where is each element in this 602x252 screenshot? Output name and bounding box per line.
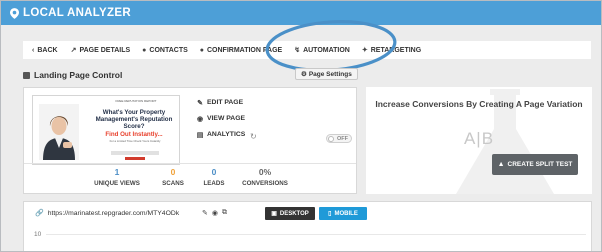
url-row: 🔗 https://marinatest.repgrader.com/MTY4O… xyxy=(35,209,179,218)
stat-scans: 0 SCANS xyxy=(158,167,188,187)
flask-small-icon: ▲ xyxy=(497,161,505,168)
stat-value: 0 xyxy=(211,167,217,177)
stat-value: 0 xyxy=(170,167,176,177)
mobile-label: MOBILE xyxy=(334,210,358,217)
bolt-icon: ↯ xyxy=(294,47,301,54)
nav-confirmation-page[interactable]: ● CONFIRMATION PAGE xyxy=(200,47,282,54)
thumbnail-cta: Find Out Instantly... xyxy=(105,131,163,138)
bar-chart-icon: ▤ xyxy=(196,131,204,139)
analytics-link[interactable]: ▤ ANALYTICS xyxy=(196,129,246,140)
nav-automation[interactable]: ↯ AUTOMATION xyxy=(294,46,350,55)
stat-value: 1 xyxy=(114,167,120,177)
mobile-button[interactable]: ▯ MOBILE xyxy=(319,207,367,220)
create-split-test-button[interactable]: ▲ CREATE SPLIT TEST xyxy=(492,154,578,175)
stat-conversions: 0% CONVERSIONS xyxy=(237,167,293,187)
split-test-headline: Increase Conversions By Creating A Page … xyxy=(375,99,583,109)
nav-contacts-label: CONTACTS xyxy=(149,46,188,54)
toggle-label: OFF xyxy=(337,136,348,142)
thumbnail-header: FREE REPUTATION REPORT xyxy=(115,99,157,103)
thumbnail-subtext: For a Limited Time Check Yours Instantly xyxy=(109,139,161,143)
stat-leads: 0 LEADS xyxy=(199,167,229,187)
nav-back-label: BACK xyxy=(37,46,58,54)
app-window: LOCAL ANALYZER ‹ BACK ↗ PAGE DETAILS ● C… xyxy=(0,0,602,252)
stat-label: UNIQUE VIEWS xyxy=(94,180,140,187)
stat-label: SCANS xyxy=(162,180,184,187)
chart-line-icon: ↗ xyxy=(70,47,77,54)
ab-label: A|B xyxy=(463,129,495,148)
refresh-icon[interactable]: ↻ xyxy=(250,132,257,141)
axis-tick-label: 10 xyxy=(34,231,42,238)
thumbnail-input xyxy=(111,151,159,155)
link-icon: 🔗 xyxy=(35,210,44,217)
app-title: LOCAL ANALYZER xyxy=(23,7,131,19)
page-url[interactable]: https://marinatest.repgrader.com/MTY4ODk xyxy=(48,210,179,217)
page-icon xyxy=(23,71,30,79)
url-actions: ✎ ◉ ⧉ xyxy=(202,209,227,217)
stat-value: 0% xyxy=(258,167,272,177)
analytics-label: ANALYTICS xyxy=(207,131,246,138)
crosshair-icon: ✦ xyxy=(361,47,368,54)
nav-page-details[interactable]: ↗ PAGE DETAILS xyxy=(70,46,131,55)
landing-page-card: FREE REPUTATION REPORT What's Your Prope… xyxy=(23,87,357,194)
page-thumbnail[interactable]: FREE REPUTATION REPORT What's Your Prope… xyxy=(32,95,180,165)
edit-icon: ✎ xyxy=(197,99,203,107)
page-actions: ✎ EDIT PAGE ◉ VIEW PAGE ▤ ANALYTICS xyxy=(196,97,246,145)
circle-icon: ● xyxy=(199,46,204,54)
split-test-card: Increase Conversions By Creating A Page … xyxy=(366,87,592,194)
edit-page-link[interactable]: ✎ EDIT PAGE xyxy=(196,97,245,108)
eye-icon: ◉ xyxy=(196,115,204,123)
thumbnail-headline: What's Your Property Management's Reputa… xyxy=(95,109,173,130)
view-url-icon[interactable]: ◉ xyxy=(212,209,218,217)
phone-icon: ▯ xyxy=(328,211,332,217)
toggle-knob xyxy=(328,136,334,142)
page-settings-label: Page Settings xyxy=(308,70,352,78)
gear-icon: ⚙ xyxy=(301,71,307,78)
page-settings-button[interactable]: ⚙ Page Settings xyxy=(295,68,358,80)
stat-unique-views: 1 UNIQUE VIEWS xyxy=(92,167,142,187)
nav-back[interactable]: ‹ BACK xyxy=(32,47,58,54)
chart-gridline xyxy=(46,234,586,235)
app-header: LOCAL ANALYZER xyxy=(1,1,601,25)
create-split-test-label: CREATE SPLIT TEST xyxy=(507,161,573,168)
person-photo xyxy=(39,104,79,160)
desktop-label: DESKTOP xyxy=(279,210,309,217)
analytics-toggle[interactable]: OFF xyxy=(326,134,352,143)
stat-label: LEADS xyxy=(203,180,225,187)
section-title-label: Landing Page Control xyxy=(34,70,123,80)
preview-panel: 🔗 https://marinatest.repgrader.com/MTY4O… xyxy=(23,201,592,251)
view-page-link[interactable]: ◉ VIEW PAGE xyxy=(196,113,245,124)
section-header: Landing Page Control xyxy=(23,70,122,80)
stat-label: CONVERSIONS xyxy=(242,180,288,187)
edit-page-label: EDIT PAGE xyxy=(207,99,244,106)
view-page-label: VIEW PAGE xyxy=(207,115,246,122)
nav-contacts[interactable]: ● CONTACTS xyxy=(142,47,188,54)
nav-retargeting[interactable]: ✦ RETARGETING xyxy=(361,46,422,55)
monitor-icon: ▣ xyxy=(271,211,277,217)
nav-page-details-label: PAGE DETAILS xyxy=(79,46,131,54)
thumbnail-button xyxy=(125,157,145,160)
nav-retargeting-label: RETARGETING xyxy=(370,46,422,54)
stats-row: 1 UNIQUE VIEWS 0 SCANS 0 LEADS 0% CONVER… xyxy=(24,163,356,193)
nav-confirmation-page-label: CONFIRMATION PAGE xyxy=(207,46,283,54)
copy-icon[interactable]: ⧉ xyxy=(222,209,227,217)
desktop-button[interactable]: ▣ DESKTOP xyxy=(265,207,315,220)
nav-automation-label: AUTOMATION xyxy=(303,46,350,54)
edit-url-icon[interactable]: ✎ xyxy=(202,209,208,217)
location-pin-icon xyxy=(10,7,19,19)
top-nav: ‹ BACK ↗ PAGE DETAILS ● CONTACTS ● CONFI… xyxy=(23,41,591,59)
chevron-left-icon: ‹ xyxy=(32,46,35,54)
user-icon: ● xyxy=(142,46,147,54)
